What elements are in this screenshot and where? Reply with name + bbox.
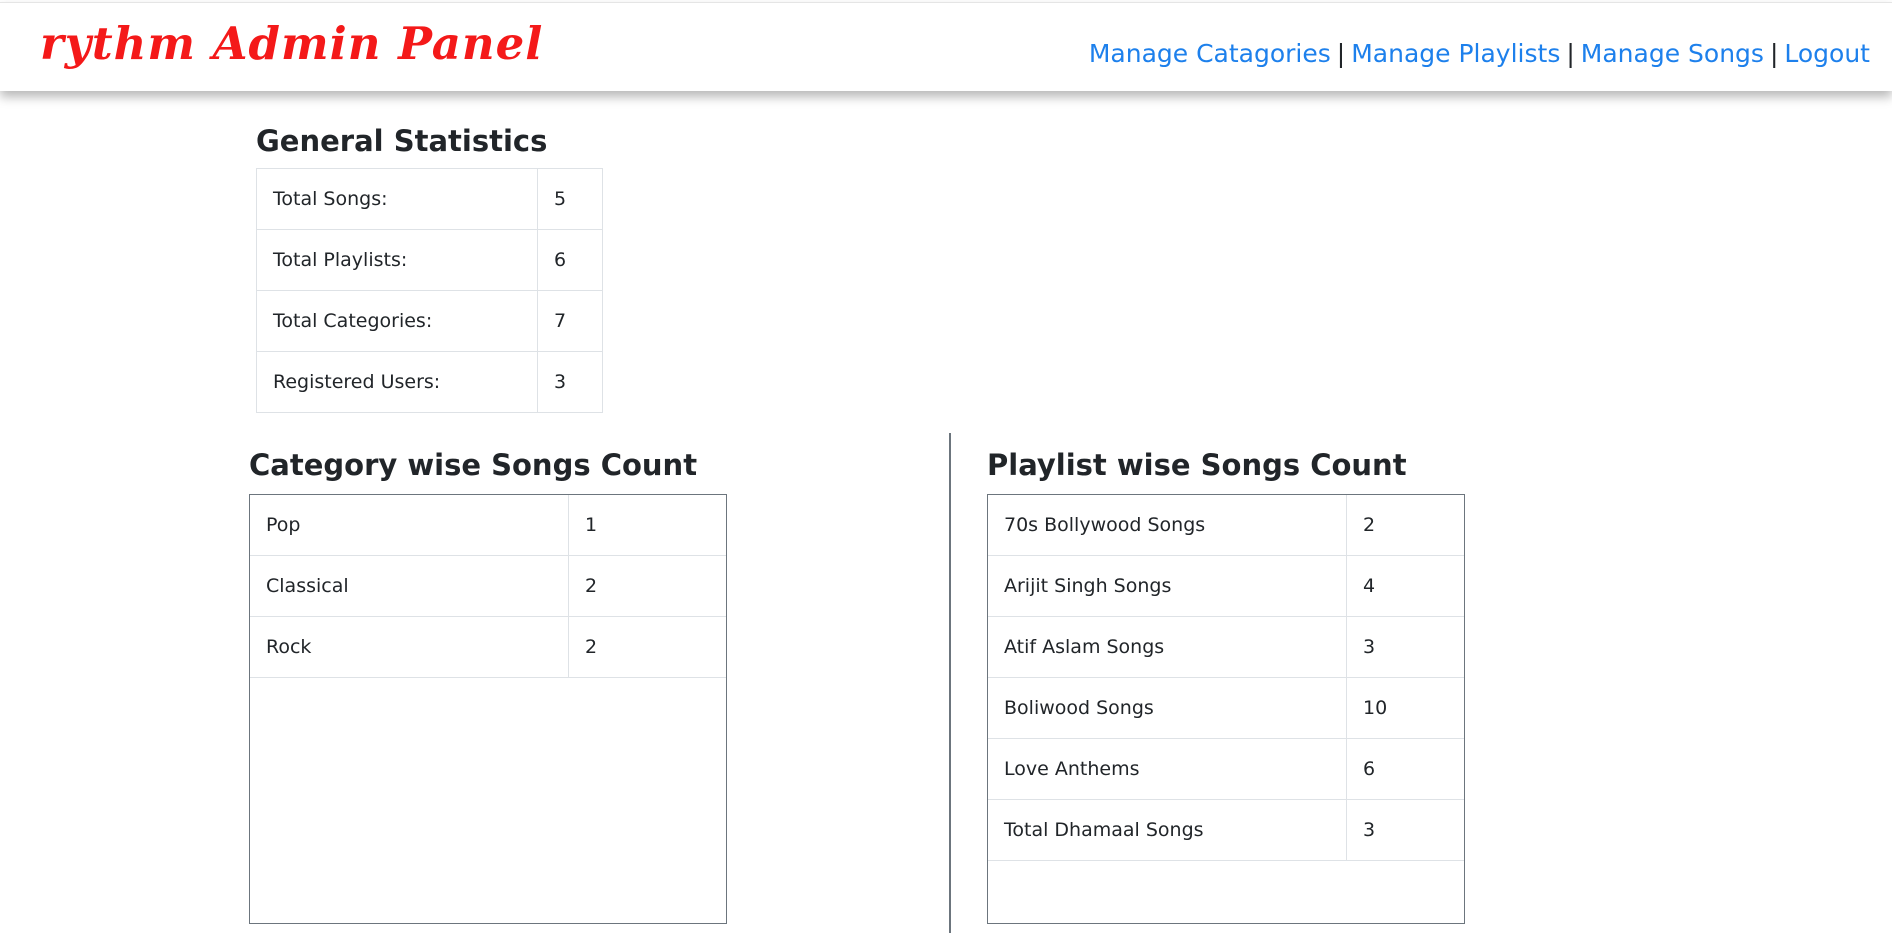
general-statistics-table: Total Songs: 5 Total Playlists: 6 Total … [256, 168, 603, 413]
brand-logo[interactable]: rythm Admin Panel [40, 17, 543, 70]
nav-link-manage-playlists[interactable]: Manage Playlists [1351, 39, 1560, 68]
top-navbar: rythm Admin Panel Manage Catagories | Mana… [0, 2, 1892, 91]
nav-links: Manage Catagories | Manage Playlists | Manag… [1089, 39, 1870, 68]
stat-value-total-songs: 5 [537, 168, 603, 230]
playlist-name: Total Dhamaal Songs [988, 799, 1347, 861]
table-row: Total Dhamaal Songs 3 [988, 799, 1464, 861]
nav-separator: | [1566, 39, 1575, 68]
table-row: Total Categories: 7 [256, 290, 603, 352]
table-row: Atif Aslam Songs 3 [988, 616, 1464, 678]
section-divider [949, 433, 951, 933]
category-counts-table: Pop 1 Classical 2 Rock 2 [250, 495, 726, 678]
stat-label-total-songs: Total Songs: [256, 168, 538, 230]
playlist-count: 10 [1346, 677, 1464, 739]
table-row: Total Songs: 5 [256, 168, 603, 230]
stat-value-total-categories: 7 [537, 290, 603, 352]
table-row: Classical 2 [250, 555, 726, 617]
table-row: 70s Bollywood Songs 2 [988, 495, 1464, 556]
table-row: Pop 1 [250, 495, 726, 556]
nav-link-manage-songs[interactable]: Manage Songs [1581, 39, 1764, 68]
stat-value-total-playlists: 6 [537, 229, 603, 291]
nav-link-manage-categories[interactable]: Manage Catagories [1089, 39, 1331, 68]
category-name: Classical [250, 555, 569, 617]
playlist-name: Atif Aslam Songs [988, 616, 1347, 678]
nav-separator: | [1336, 39, 1346, 68]
nav-link-logout[interactable]: Logout [1784, 39, 1870, 68]
category-name: Rock [250, 616, 569, 678]
general-statistics-heading: General Statistics [256, 124, 548, 158]
category-count: 2 [568, 555, 726, 617]
playlist-count: 2 [1346, 495, 1464, 556]
table-row: Rock 2 [250, 616, 726, 678]
playlist-counts-heading: Playlist wise Songs Count [987, 448, 1407, 482]
playlist-count: 6 [1346, 738, 1464, 800]
playlist-count: 3 [1346, 616, 1464, 678]
category-name: Pop [250, 495, 569, 556]
playlist-name: Boliwood Songs [988, 677, 1347, 739]
category-count: 1 [568, 495, 726, 556]
table-row: Arijit Singh Songs 4 [988, 555, 1464, 617]
nav-separator: | [1769, 39, 1779, 68]
table-row: Love Anthems 6 [988, 738, 1464, 800]
playlist-count: 4 [1346, 555, 1464, 617]
stat-label-total-categories: Total Categories: [256, 290, 538, 352]
category-count: 2 [568, 616, 726, 678]
category-counts-heading: Category wise Songs Count [249, 448, 698, 482]
stat-label-total-playlists: Total Playlists: [256, 229, 538, 291]
table-row: Total Playlists: 6 [256, 229, 603, 291]
playlist-name: 70s Bollywood Songs [988, 495, 1347, 556]
table-row: Boliwood Songs 10 [988, 677, 1464, 739]
category-counts-panel: Pop 1 Classical 2 Rock 2 [249, 494, 727, 924]
playlist-name: Love Anthems [988, 738, 1347, 800]
playlist-counts-panel: 70s Bollywood Songs 2 Arijit Singh Songs… [987, 494, 1465, 924]
playlist-count: 3 [1346, 799, 1464, 861]
playlist-name: Arijit Singh Songs [988, 555, 1347, 617]
playlist-counts-table: 70s Bollywood Songs 2 Arijit Singh Songs… [988, 495, 1464, 861]
stat-value-registered-users: 3 [537, 351, 603, 413]
table-row: Registered Users: 3 [256, 351, 603, 413]
stat-label-registered-users: Registered Users: [256, 351, 538, 413]
